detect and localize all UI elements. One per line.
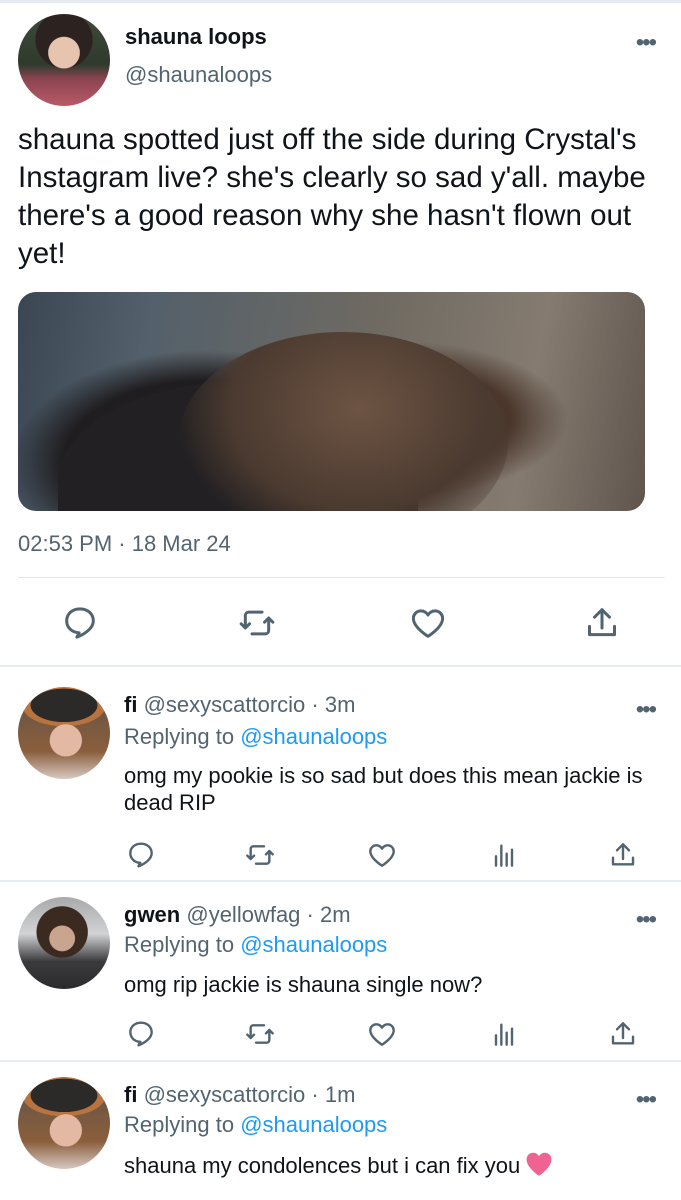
like-icon[interactable] [408,603,448,643]
mention-link[interactable]: @shaunaloops [240,724,387,749]
retweet-icon[interactable] [244,839,276,871]
like-icon[interactable] [366,839,398,871]
handle[interactable]: @shaunaloops [125,62,272,88]
pink-heart-icon [524,1151,554,1177]
reply-header: fi @sexyscattorcio · 3m [124,692,355,718]
mention-link[interactable]: @shaunaloops [240,932,387,957]
handle[interactable]: @sexyscattorcio [144,692,306,717]
display-name[interactable]: fi [124,1082,137,1107]
analytics-icon[interactable] [488,839,520,871]
timestamp[interactable]: 02:53 PM · 18 Mar 24 [18,531,231,557]
mention-link[interactable]: @shaunaloops [240,1112,387,1137]
reply-header: fi @sexyscattorcio · 1m [124,1082,355,1108]
post-age[interactable]: 1m [325,1082,356,1107]
reply-text: omg rip jackie is shauna single now? [124,972,483,997]
tweet-image[interactable] [18,292,645,511]
avatar[interactable] [18,1077,110,1169]
share-icon[interactable] [607,1018,639,1050]
reply-icon[interactable] [125,839,157,871]
replying-to: Replying to @shaunaloops [124,1112,387,1138]
reply-tweet[interactable]: fi @sexyscattorcio · 1m ••• Replying to … [0,1062,681,1200]
analytics-icon[interactable] [488,1018,520,1050]
reply-icon[interactable] [125,1018,157,1050]
display-name[interactable]: fi [124,692,137,717]
replying-to-label: Replying to [124,724,241,749]
reply-tweet[interactable]: gwen @yellowfag · 2m ••• Replying to @sh… [0,882,681,1062]
main-tweet[interactable]: shauna loops @shaunaloops ••• shauna spo… [0,0,681,667]
more-options-icon[interactable]: ••• [636,1088,657,1112]
reply-text: shauna my condolences but i can fix you [124,1153,521,1178]
replying-to: Replying to @shaunaloops [124,932,387,958]
reply-text: omg my pookie is so sad but does this me… [124,763,643,815]
replying-to-label: Replying to [124,1112,241,1137]
post-age[interactable]: 2m [320,902,351,927]
dot-separator: · [311,1082,325,1107]
handle[interactable]: @yellowfag [186,902,300,927]
retweet-icon[interactable] [244,1018,276,1050]
reply-tweet[interactable]: fi @sexyscattorcio · 3m ••• Replying to … [0,667,681,882]
retweet-icon[interactable] [237,603,277,643]
display-name[interactable]: gwen [124,902,180,927]
divider [18,577,665,578]
reply-icon[interactable] [60,603,100,643]
reply-text-row: shauna my condolences but i can fix you [124,1151,644,1179]
share-icon[interactable] [582,603,622,643]
handle[interactable]: @sexyscattorcio [144,1082,306,1107]
post-age[interactable]: 3m [325,692,356,717]
avatar[interactable] [18,897,110,989]
more-options-icon[interactable]: ••• [636,698,657,722]
display-name[interactable]: shauna loops [125,24,267,50]
reply-header: gwen @yellowfag · 2m [124,902,351,928]
replying-to: Replying to @shaunaloops [124,724,387,750]
tweet-text: shauna spotted just off the side during … [18,123,646,270]
dot-separator: · [311,692,325,717]
avatar[interactable] [18,14,110,106]
more-options-icon[interactable]: ••• [636,908,657,932]
share-icon[interactable] [607,839,639,871]
like-icon[interactable] [366,1018,398,1050]
image-hair-shape [178,332,508,511]
more-options-icon[interactable]: ••• [636,31,657,55]
replying-to-label: Replying to [124,932,241,957]
avatar[interactable] [18,687,110,779]
dot-separator: · [306,902,320,927]
